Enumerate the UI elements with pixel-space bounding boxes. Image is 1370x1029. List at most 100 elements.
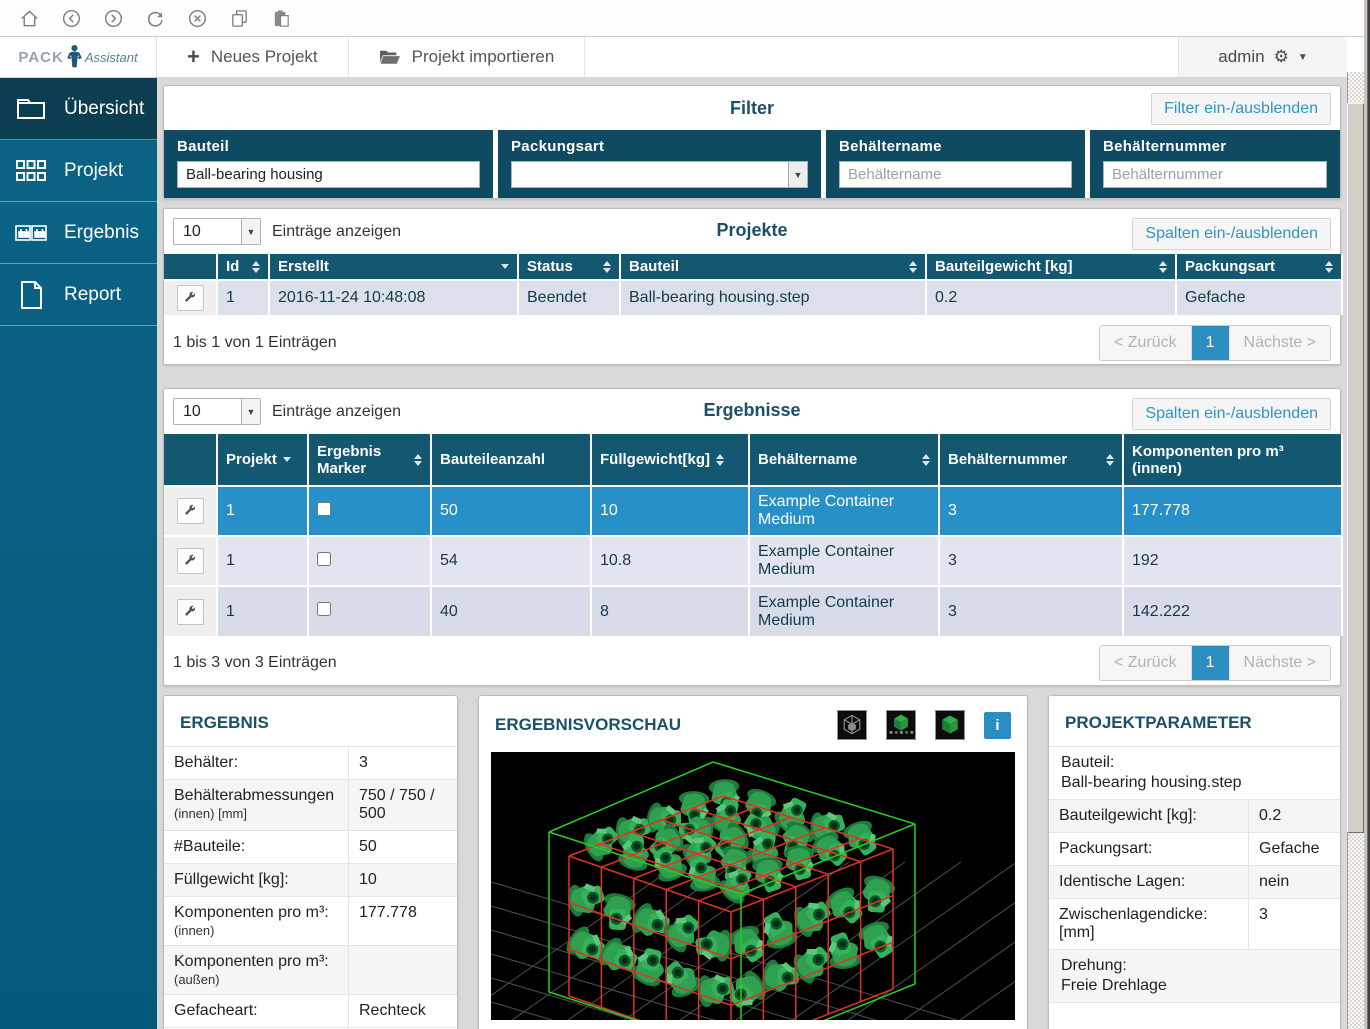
cell-projekt: 1 [217, 536, 308, 586]
col-fuellgewicht[interactable]: Füllgewicht[kg] [591, 434, 749, 486]
scrollbar-thumb[interactable] [1347, 103, 1364, 833]
col-status[interactable]: Status [518, 254, 620, 280]
edit-row-button[interactable] [177, 285, 204, 311]
sidebar-item-uebersicht[interactable]: Übersicht [0, 78, 157, 140]
ergebnisse-panel: 10 ▼ Einträge anzeigen Ergebnisse Spalte… [163, 388, 1341, 686]
header-spacer [585, 37, 1178, 77]
parameter-value: nein [1249, 866, 1340, 898]
detail-value [349, 946, 457, 994]
col-marker[interactable]: Ergebnis Marker [308, 434, 431, 486]
table-row-selected[interactable]: 1 50 10 Example Container Medium 3 177.7… [164, 486, 1342, 536]
marker-checkbox[interactable] [317, 502, 331, 516]
detail-row: Behälter: 3 [164, 747, 457, 780]
info-button[interactable]: i [984, 712, 1011, 739]
preview-3d-canvas[interactable] [491, 752, 1015, 1020]
edit-row-button[interactable] [177, 548, 204, 574]
sort-desc-icon [501, 264, 509, 269]
dropdown-arrow-icon[interactable]: ▼ [788, 162, 807, 187]
parameter-label: Drehung: [1061, 957, 1127, 974]
ergebnisse-columns-button[interactable]: Spalten ein-/ausblenden [1132, 398, 1331, 430]
view-cube-solid-button[interactable] [935, 710, 965, 740]
table-row[interactable]: 1 54 10.8 Example Container Medium 3 192 [164, 536, 1342, 586]
edit-row-button[interactable] [177, 599, 204, 625]
col-bauteil[interactable]: Bauteil [620, 254, 926, 280]
behaelternummer-input[interactable] [1103, 161, 1327, 188]
sort-desc-icon [283, 457, 291, 462]
projekte-pagesize-select[interactable]: 10 ▼ [173, 218, 261, 245]
paste-icon[interactable] [271, 8, 292, 29]
plus-icon: + [187, 46, 200, 68]
sidebar: Übersicht Projekt Ergebnis Report [0, 78, 157, 1029]
next-page-button[interactable]: Nächste > [1229, 646, 1330, 680]
home-icon[interactable] [19, 8, 40, 29]
col-packungsart[interactable]: Packungsart [1176, 254, 1342, 280]
sidebar-item-label: Report [64, 284, 121, 306]
cell-anzahl: 54 [431, 536, 591, 586]
ergebnisse-pagesize-select[interactable]: 10 ▼ [173, 398, 261, 425]
col-behaelternummer[interactable]: Behälternummer [939, 434, 1123, 486]
forward-icon[interactable] [103, 8, 124, 29]
col-komponenten[interactable]: Komponenten pro m³(innen) [1123, 434, 1342, 486]
sidebar-item-report[interactable]: Report [0, 264, 157, 326]
col-anzahl[interactable]: Bauteileanzahl [431, 434, 591, 486]
detail-row: Gefacheart: Rechteck [164, 995, 457, 1028]
detail-label: Komponenten pro m³:(außen) [164, 946, 349, 994]
bauteil-input[interactable] [177, 161, 480, 188]
edit-row-button[interactable] [177, 498, 204, 524]
projekte-columns-button[interactable]: Spalten ein-/ausblenden [1132, 218, 1331, 250]
prev-page-button[interactable]: < Zurück [1100, 646, 1191, 680]
detail-label: Gefacheart: [164, 995, 349, 1027]
cell-status: Beendet [518, 280, 620, 315]
bauteil-label: Bauteil [177, 138, 480, 155]
page-1-button[interactable]: 1 [1191, 326, 1229, 360]
filter-toggle-button[interactable]: Filter ein-/ausblenden [1151, 93, 1331, 125]
col-id[interactable]: Id [217, 254, 269, 280]
parameter-label: Bauteil: [1061, 754, 1114, 771]
col-gewicht[interactable]: Bauteilgewicht [kg] [926, 254, 1176, 280]
back-icon[interactable] [61, 8, 82, 29]
row-tools-cell [164, 280, 217, 315]
prev-page-button[interactable]: < Zurück [1100, 326, 1191, 360]
sort-icon [909, 261, 917, 273]
dropdown-arrow-icon[interactable]: ▼ [241, 399, 260, 424]
page-1-button[interactable]: 1 [1191, 646, 1229, 680]
dropdown-arrow-icon[interactable]: ▼ [241, 219, 260, 244]
col-behaeltername[interactable]: Behältername [749, 434, 939, 486]
wrench-icon [183, 291, 197, 305]
new-project-button[interactable]: + Neues Projekt [157, 37, 349, 77]
sidebar-item-label: Übersicht [64, 98, 144, 120]
next-page-button[interactable]: Nächste > [1229, 326, 1330, 360]
cell-fuellgewicht: 10.8 [591, 536, 749, 586]
col-projekt[interactable]: Projekt [217, 434, 308, 486]
parameter-row: Zwischenlagendicke:[mm] 3 [1049, 899, 1340, 950]
pagesize-value: 10 [174, 219, 241, 244]
marker-checkbox[interactable] [317, 602, 331, 616]
behaelternummer-label: Behälternummer [1103, 138, 1327, 155]
copy-icon[interactable] [229, 8, 250, 29]
view-cube-grid-button[interactable] [886, 710, 916, 740]
parameter-panel: PROJEKTPARAMETER Bauteil: Ball-bearing h… [1048, 695, 1341, 1029]
col-tools [164, 254, 217, 280]
view-wireframe-button[interactable] [837, 710, 867, 740]
col-erstellt[interactable]: Erstellt [269, 254, 518, 280]
filter-field-packungsart: Packungsart ▼ [498, 130, 821, 198]
sidebar-item-projekt[interactable]: Projekt [0, 140, 157, 202]
refresh-icon[interactable] [145, 8, 166, 29]
app-header: PACK Assistant + Neues Projekt Projekt i… [0, 37, 1347, 78]
open-folder-icon [379, 48, 401, 66]
sidebar-item-ergebnis[interactable]: Ergebnis [0, 202, 157, 264]
packungsart-select[interactable]: ▼ [511, 161, 808, 188]
filter-field-behaelternummer: Behälternummer [1090, 130, 1340, 198]
behaeltername-input[interactable] [839, 161, 1072, 188]
ergebnisse-footer: 1 bis 3 von 3 Einträgen < Zurück 1 Nächs… [164, 636, 1340, 690]
col-tools [164, 434, 217, 486]
marker-checkbox[interactable] [317, 552, 331, 566]
user-menu[interactable]: admin ⚙ ▼ [1178, 37, 1347, 77]
import-project-button[interactable]: Projekt importieren [349, 37, 586, 77]
stop-icon[interactable] [187, 8, 208, 29]
cell-id: 1 [217, 280, 269, 315]
table-row[interactable]: 1 40 8 Example Container Medium 3 142.22… [164, 586, 1342, 636]
vertical-scrollbar[interactable] [1347, 37, 1364, 1029]
ergebnisse-controls: 10 ▼ Einträge anzeigen Ergebnisse Spalte… [164, 389, 1340, 434]
logo-person-icon [66, 44, 83, 70]
